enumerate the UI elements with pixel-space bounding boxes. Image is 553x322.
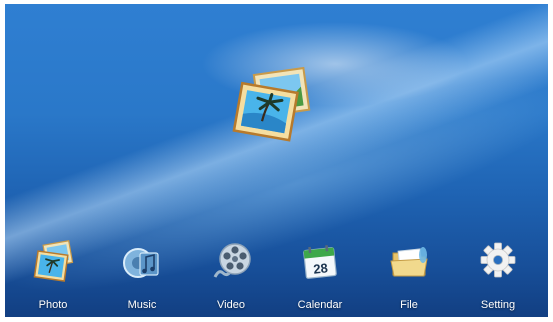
photo-preview-icon xyxy=(232,66,311,142)
music-icon xyxy=(123,248,159,278)
photo-icon xyxy=(33,240,74,282)
dock-label-calendar: Calendar xyxy=(297,299,343,311)
app-dock: Photo Music Video 28 Calendar File Setti… xyxy=(5,237,548,317)
folder-icon xyxy=(390,247,428,277)
dock-label-music: Music xyxy=(127,299,157,311)
gear-icon xyxy=(480,242,516,278)
dock-item-video[interactable]: Video xyxy=(196,239,266,311)
dock-item-file[interactable]: File xyxy=(374,239,444,311)
dock-label-setting: Setting xyxy=(480,299,516,311)
dock-item-music[interactable]: Music xyxy=(107,239,177,311)
dock-label-file: File xyxy=(400,299,418,311)
video-reel-icon xyxy=(213,243,251,278)
home-screen: Photo Music Video 28 Calendar File Setti… xyxy=(5,4,548,317)
dock-item-setting[interactable]: Setting xyxy=(463,239,533,311)
dock-label-photo: Photo xyxy=(38,299,68,311)
calendar-icon: 28 xyxy=(303,245,337,279)
dock-label-video: Video xyxy=(217,299,245,311)
dock-item-calendar[interactable]: 28 Calendar xyxy=(285,239,355,311)
dock-item-photo[interactable]: Photo xyxy=(18,239,88,311)
calendar-date-text: 28 xyxy=(313,260,329,276)
